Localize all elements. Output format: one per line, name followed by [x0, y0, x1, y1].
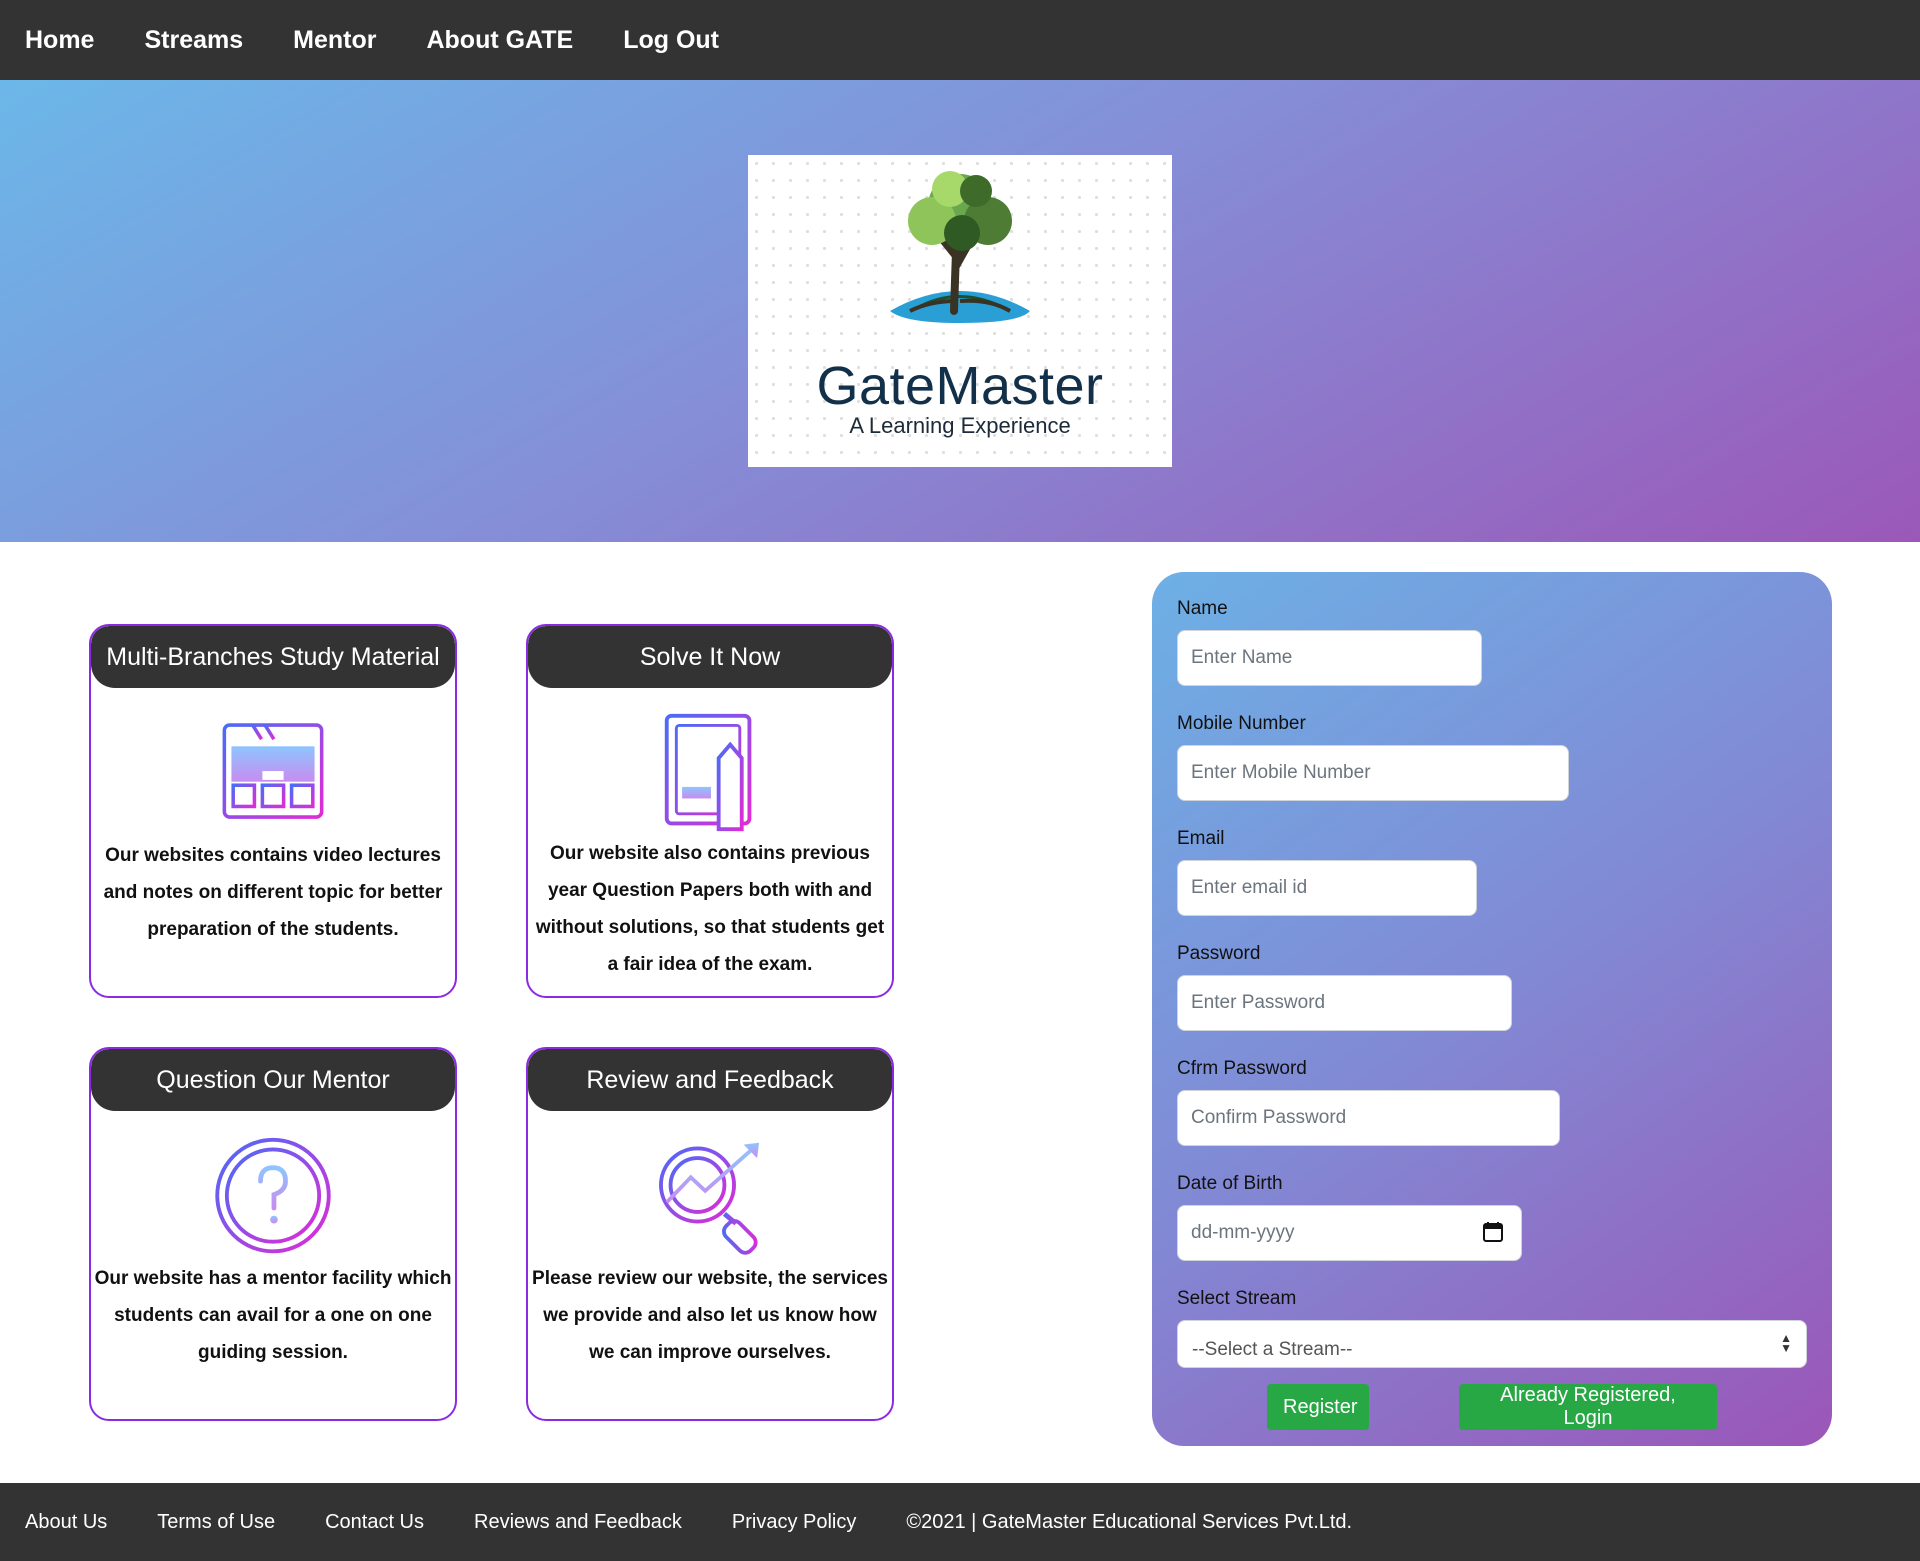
- name-input[interactable]: [1177, 630, 1482, 686]
- footer-copyright: ©2021 | GateMaster Educational Services …: [906, 1510, 1353, 1533]
- footer: About Us Terms of Use Contact Us Reviews…: [0, 1483, 1920, 1561]
- logo-title: GateMaster: [816, 356, 1104, 416]
- password-input[interactable]: [1177, 975, 1512, 1031]
- mobile-input[interactable]: [1177, 745, 1569, 801]
- calendar-icon[interactable]: [1482, 1221, 1504, 1243]
- question-circle-icon: [215, 1137, 331, 1254]
- email-input[interactable]: [1177, 860, 1477, 916]
- nav-home-link[interactable]: Home: [25, 26, 94, 55]
- card-title: Solve It Now: [528, 626, 892, 688]
- card-title: Multi-Branches Study Material: [91, 626, 455, 688]
- password-label: Password: [1177, 943, 1261, 964]
- nav-logout-link[interactable]: Log Out: [623, 26, 719, 55]
- footer-privacy-link[interactable]: Privacy Policy: [732, 1511, 856, 1534]
- login-button[interactable]: Already Registered, Login: [1459, 1384, 1717, 1430]
- card-description: Please review our website, the services …: [532, 1268, 888, 1363]
- dob-input[interactable]: [1177, 1205, 1522, 1261]
- tree-icon: [890, 171, 1030, 323]
- mobile-label: Mobile Number: [1177, 713, 1306, 734]
- gatemaster-logo: GateMaster A Learning Experience: [748, 155, 1172, 467]
- dob-label: Date of Birth: [1177, 1173, 1283, 1194]
- nav-about-gate-link[interactable]: About GATE: [426, 26, 573, 55]
- select-arrows-icon: ▲ ▼: [1780, 1331, 1792, 1355]
- name-label: Name: [1177, 598, 1228, 619]
- top-nav: Home Streams Mentor About GATE Log Out: [0, 0, 1920, 80]
- stream-selected-value: --Select a Stream--: [1192, 1339, 1353, 1360]
- hero-banner: GateMaster A Learning Experience: [0, 80, 1920, 542]
- card-title: Question Our Mentor: [91, 1049, 455, 1111]
- confirm-password-input[interactable]: [1177, 1090, 1560, 1146]
- footer-about-us-link[interactable]: About Us: [25, 1511, 107, 1534]
- footer-reviews-link[interactable]: Reviews and Feedback: [474, 1511, 682, 1534]
- nav-streams-link[interactable]: Streams: [144, 26, 243, 55]
- card-description: Our website has a mentor facility which …: [94, 1268, 452, 1363]
- card-description: Our websites contains video lectures and…: [103, 845, 443, 940]
- card-description: Our website also contains previous year …: [535, 843, 885, 975]
- logo-subtitle: A Learning Experience: [849, 413, 1071, 438]
- nav-mentor-link[interactable]: Mentor: [293, 26, 376, 55]
- stream-select[interactable]: --Select a Stream-- ▲ ▼: [1177, 1320, 1807, 1368]
- feature-card-review-feedback[interactable]: Review and Feedback Please review our we…: [526, 1047, 894, 1421]
- card-title: Review and Feedback: [528, 1049, 892, 1111]
- footer-terms-link[interactable]: Terms of Use: [157, 1511, 275, 1534]
- register-button[interactable]: Register: [1267, 1384, 1369, 1430]
- feature-card-question-mentor[interactable]: Question Our Mentor Our website has a me…: [89, 1047, 457, 1421]
- document-pencil-icon: [664, 713, 752, 832]
- stream-label: Select Stream: [1177, 1288, 1297, 1309]
- video-player-icon: [222, 723, 324, 819]
- dob-field: [1177, 1205, 1522, 1261]
- feature-card-study-material[interactable]: Multi-Branches Study Material Our websit…: [89, 624, 457, 998]
- email-label: Email: [1177, 828, 1225, 849]
- feature-card-solve-it-now[interactable]: Solve It Now Our website also contains p…: [526, 624, 894, 998]
- footer-contact-link[interactable]: Contact Us: [325, 1511, 424, 1534]
- registration-form: Name Mobile Number Email Password Cfrm P…: [1152, 572, 1832, 1446]
- magnifier-chart-icon: [659, 1142, 760, 1255]
- confirm-password-label: Cfrm Password: [1177, 1058, 1307, 1079]
